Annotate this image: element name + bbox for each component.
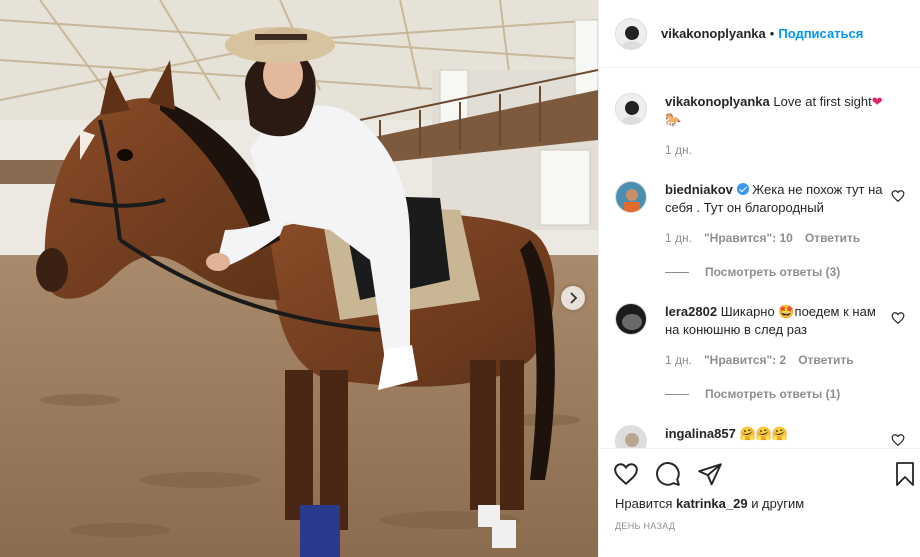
next-image-button[interactable] [561, 286, 585, 310]
avatar[interactable] [615, 93, 647, 125]
comment-meta: 1 дн. "Нравится": 2 Ответить [665, 353, 905, 367]
comment-username[interactable]: ingalina857 [665, 426, 736, 441]
avatar[interactable] [615, 425, 647, 448]
heart-icon[interactable] [613, 461, 639, 487]
avatar-image [616, 182, 646, 212]
comment-item: biedniakov Жека не похож тут на себя . Т… [615, 181, 905, 279]
avatar[interactable] [615, 17, 647, 50]
comment-time[interactable]: 1 дн. [665, 231, 692, 245]
caption: vikakonoplyanka Love at first sight❤ 🐎 1… [615, 93, 905, 157]
like-comment-heart-icon[interactable] [891, 311, 905, 325]
caption-body: vikakonoplyanka Love at first sight❤ 🐎 [665, 93, 905, 129]
follow-button[interactable]: Подписаться [778, 26, 863, 41]
comment-body: biedniakov Жека не похож тут на себя . Т… [665, 181, 905, 217]
caption-meta: 1 дн. [665, 143, 905, 157]
verified-badge-icon [736, 183, 749, 195]
avatar-image [616, 94, 646, 124]
post-header: vikakonoplyanka • Подписаться [599, 0, 920, 68]
comment-time[interactable]: 1 дн. [665, 353, 692, 367]
action-icons [613, 461, 723, 487]
comment-icon[interactable] [655, 461, 681, 487]
post-date[interactable]: день назад [615, 521, 675, 531]
instagram-post: vikakonoplyanka • Подписаться vikakonopl… [0, 0, 920, 557]
liked-by-user[interactable]: katrinka_29 [676, 496, 748, 511]
comment-text-before: Шикарно [720, 304, 775, 319]
view-replies-button[interactable]: Посмотреть ответы (1) [665, 387, 840, 401]
comment-item: ingalina857 🤗🤗🤗 [615, 425, 905, 448]
post-actions: Нравится katrinka_29 и другим день назад [599, 448, 920, 557]
post-side-panel: vikakonoplyanka • Подписаться vikakonopl… [598, 0, 920, 557]
photo-image [0, 0, 598, 557]
caption-text: Love at first sight [773, 94, 872, 109]
avatar[interactable] [615, 181, 647, 213]
likes-summary: Нравится katrinka_29 и другим [615, 496, 804, 511]
avatar-image [616, 304, 646, 334]
comment-likes[interactable]: "Нравится": 2 [704, 353, 786, 367]
replies-divider [665, 271, 689, 273]
reply-button[interactable]: Ответить [798, 353, 853, 367]
comment-item: lera2802 Шикарно 🤩поедем к нам на конюшн… [615, 303, 905, 401]
post-author-username[interactable]: vikakonoplyanka [661, 26, 766, 41]
header-separator: • [769, 26, 775, 41]
comment-likes[interactable]: "Нравится": 10 [704, 231, 793, 245]
view-replies-label: Посмотреть ответы (3) [705, 265, 841, 279]
like-comment-heart-icon[interactable] [891, 189, 905, 203]
comment-username[interactable]: lera2802 [665, 304, 717, 319]
like-comment-heart-icon[interactable] [891, 433, 905, 447]
chevron-right-icon [570, 292, 578, 304]
likes-prefix: Нравится [615, 496, 673, 511]
comments-list[interactable]: vikakonoplyanka Love at first sight❤ 🐎 1… [599, 69, 920, 448]
comment-text: 🤗🤗🤗 [739, 426, 788, 441]
avatar-image [616, 18, 646, 49]
red-heart-icon: ❤ [871, 94, 883, 109]
reply-button[interactable]: Ответить [805, 231, 860, 245]
view-replies-label: Посмотреть ответы (1) [705, 387, 841, 401]
caption-username[interactable]: vikakonoplyanka [665, 94, 770, 109]
share-icon[interactable] [697, 461, 723, 487]
view-replies-button[interactable]: Посмотреть ответы (3) [665, 265, 840, 279]
avatar[interactable] [615, 303, 647, 335]
comment-body: ingalina857 🤗🤗🤗 [665, 425, 905, 443]
comment-username[interactable]: biedniakov [665, 182, 733, 197]
post-photo[interactable] [0, 0, 598, 557]
replies-divider [665, 393, 689, 395]
horse-icon: 🐎 [665, 112, 682, 127]
bookmark-icon[interactable] [894, 461, 916, 487]
avatar-image [616, 426, 646, 448]
comment-meta: 1 дн. "Нравится": 10 Ответить [665, 231, 905, 245]
likes-suffix: и другим [751, 496, 805, 511]
star-struck-emoji-icon: 🤩 [778, 304, 795, 319]
comment-body: lera2802 Шикарно 🤩поедем к нам на конюшн… [665, 303, 905, 339]
caption-time[interactable]: 1 дн. [665, 143, 692, 157]
